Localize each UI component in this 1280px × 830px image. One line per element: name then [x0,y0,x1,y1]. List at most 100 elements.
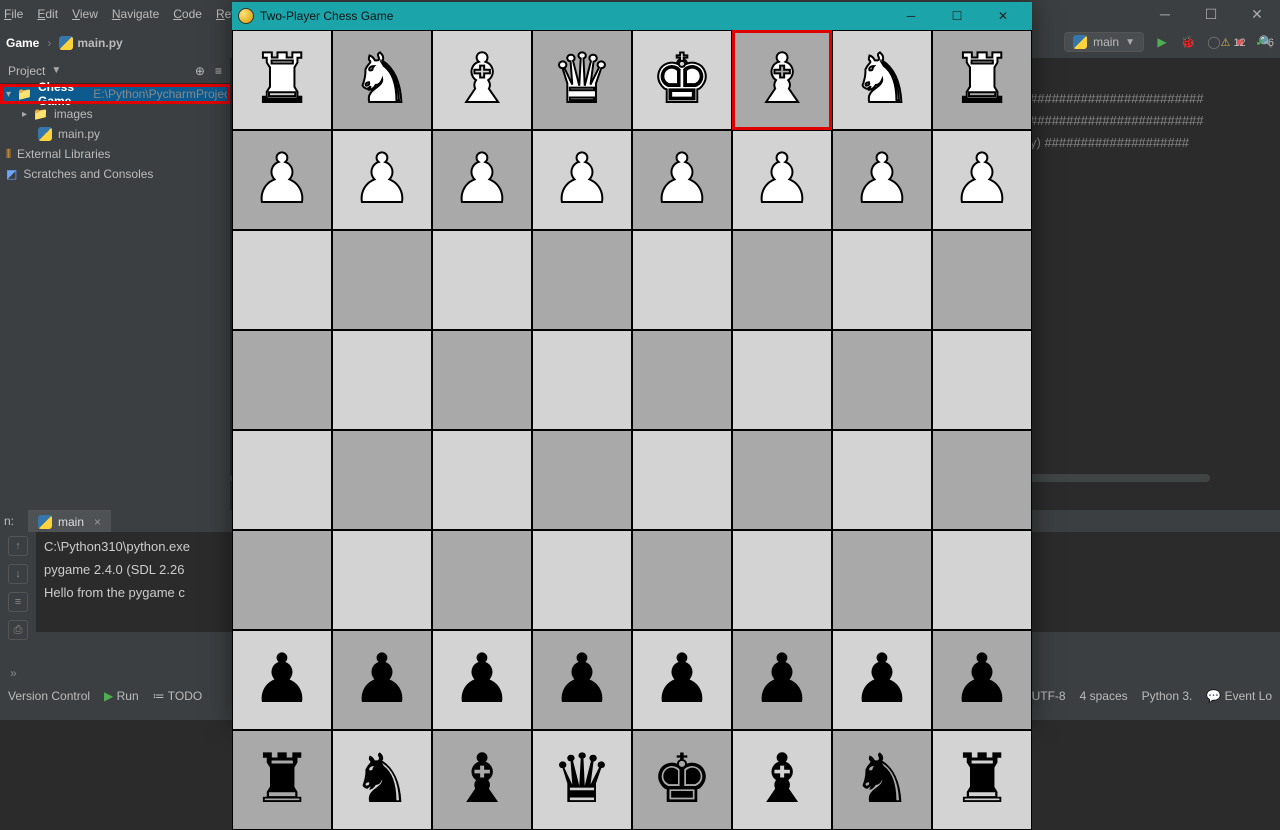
piece-wR[interactable]: ♜ [252,46,313,114]
piece-wK[interactable]: ♚ [652,46,713,114]
board-square[interactable] [632,230,732,330]
board-square[interactable] [932,430,1032,530]
piece-bP[interactable]: ♟ [852,646,913,714]
piece-bP[interactable]: ♟ [752,646,813,714]
menu-file[interactable]: File [4,7,23,21]
tree-file-main[interactable]: main.py [0,124,230,144]
menu-edit[interactable]: Edit [37,7,58,21]
board-square[interactable]: ♟ [932,130,1032,230]
board-square[interactable] [532,330,632,430]
project-tool-header[interactable]: Project ▼ ⊕ ≡ [0,58,230,84]
board-square[interactable]: ♟ [532,630,632,730]
piece-wP[interactable]: ♟ [852,146,913,214]
pygame-titlebar[interactable]: Two-Player Chess Game ─ ☐ ✕ [232,2,1032,30]
board-square[interactable]: ♟ [432,130,532,230]
scroll-down-icon[interactable]: ↓ [8,564,28,584]
run-config-selector[interactable]: main ▼ [1064,32,1144,52]
piece-wB[interactable]: ♝ [452,46,513,114]
tree-folder-images[interactable]: ▸ 📁 images [0,104,230,124]
scroll-up-icon[interactable]: ↑ [8,536,28,556]
board-square[interactable]: ♝ [432,730,532,830]
piece-bB[interactable]: ♝ [452,746,513,814]
piece-bP[interactable]: ♟ [652,646,713,714]
menu-code[interactable]: Code [173,7,202,21]
print-icon[interactable]: ⎙ [8,620,28,640]
board-square[interactable] [532,430,632,530]
piece-wP[interactable]: ♟ [652,146,713,214]
piece-bK[interactable]: ♚ [652,746,713,814]
pygame-maximize-button[interactable]: ☐ [934,2,980,30]
board-square[interactable]: ♟ [732,130,832,230]
ide-minimize-button[interactable]: ─ [1142,0,1188,28]
board-square[interactable]: ♟ [732,630,832,730]
piece-bN[interactable]: ♞ [852,746,913,814]
close-icon[interactable]: × [94,515,101,529]
board-square[interactable]: ♞ [332,30,432,130]
run-tab[interactable]: main × [28,510,111,532]
board-square[interactable] [632,430,732,530]
piece-bR[interactable]: ♜ [952,746,1013,814]
board-square[interactable] [832,230,932,330]
tree-root[interactable]: ▾ 📁 Chess Game E:\Python\PycharmProjec [0,84,230,104]
tool-todo[interactable]: ≔ TODO [153,689,203,703]
board-square[interactable]: ♞ [832,730,932,830]
board-square[interactable]: ♟ [532,130,632,230]
board-square[interactable]: ♟ [432,630,532,730]
expand-icon[interactable]: » [10,666,17,680]
menu-navigate[interactable]: Navigate [112,7,159,21]
board-square[interactable] [732,330,832,430]
piece-bP[interactable]: ♟ [552,646,613,714]
board-square[interactable] [232,530,332,630]
board-square[interactable]: ♚ [632,30,732,130]
piece-bP[interactable]: ♟ [252,646,313,714]
board-square[interactable]: ♟ [632,630,732,730]
piece-bN[interactable]: ♞ [352,746,413,814]
menu-view[interactable]: View [72,7,98,21]
board-square[interactable]: ♜ [932,30,1032,130]
board-square[interactable] [432,430,532,530]
board-square[interactable] [232,330,332,430]
status-encoding[interactable]: UTF-8 [1032,689,1066,703]
board-square[interactable]: ♝ [732,730,832,830]
board-square[interactable] [532,230,632,330]
board-square[interactable] [932,530,1032,630]
piece-wP[interactable]: ♟ [352,146,413,214]
board-square[interactable] [832,530,932,630]
status-indent[interactable]: 4 spaces [1080,689,1128,703]
board-square[interactable]: ♜ [932,730,1032,830]
status-interpreter[interactable]: Python 3. [1142,689,1193,703]
board-square[interactable]: ♟ [332,630,432,730]
board-square[interactable]: ♟ [832,630,932,730]
piece-wP[interactable]: ♟ [952,146,1013,214]
locate-icon[interactable]: ⊕ [195,64,205,78]
board-square[interactable]: ♞ [832,30,932,130]
board-square[interactable]: ♟ [932,630,1032,730]
piece-bP[interactable]: ♟ [952,646,1013,714]
breadcrumb-file[interactable]: main.py [59,36,122,50]
piece-wP[interactable]: ♟ [752,146,813,214]
board-square[interactable] [332,230,432,330]
board-square[interactable]: ♟ [332,130,432,230]
breadcrumb-project[interactable]: Game [6,36,39,50]
board-square[interactable]: ♝ [432,30,532,130]
collapse-icon[interactable]: ≡ [215,64,222,78]
piece-wN[interactable]: ♞ [852,46,913,114]
pygame-close-button[interactable]: ✕ [980,2,1026,30]
piece-wB[interactable]: ♝ [752,46,813,114]
piece-bR[interactable]: ♜ [252,746,313,814]
tree-external-libraries[interactable]: ⫴ External Libraries [0,144,230,164]
tool-run[interactable]: ▶ Run [104,689,139,703]
board-square[interactable]: ♞ [332,730,432,830]
piece-wQ[interactable]: ♛ [552,46,613,114]
board-square[interactable] [932,230,1032,330]
piece-bP[interactable]: ♟ [452,646,513,714]
board-square[interactable]: ♛ [532,30,632,130]
board-square[interactable] [732,230,832,330]
piece-wR[interactable]: ♜ [952,46,1013,114]
pygame-minimize-button[interactable]: ─ [888,2,934,30]
board-square[interactable]: ♚ [632,730,732,830]
board-square[interactable] [732,530,832,630]
chess-board[interactable]: ♜♞♝♛♚♝♞♜♟♟♟♟♟♟♟♟♟♟♟♟♟♟♟♟♜♞♝♛♚♝♞♜ [232,30,1032,830]
board-square[interactable] [232,230,332,330]
piece-wP[interactable]: ♟ [452,146,513,214]
